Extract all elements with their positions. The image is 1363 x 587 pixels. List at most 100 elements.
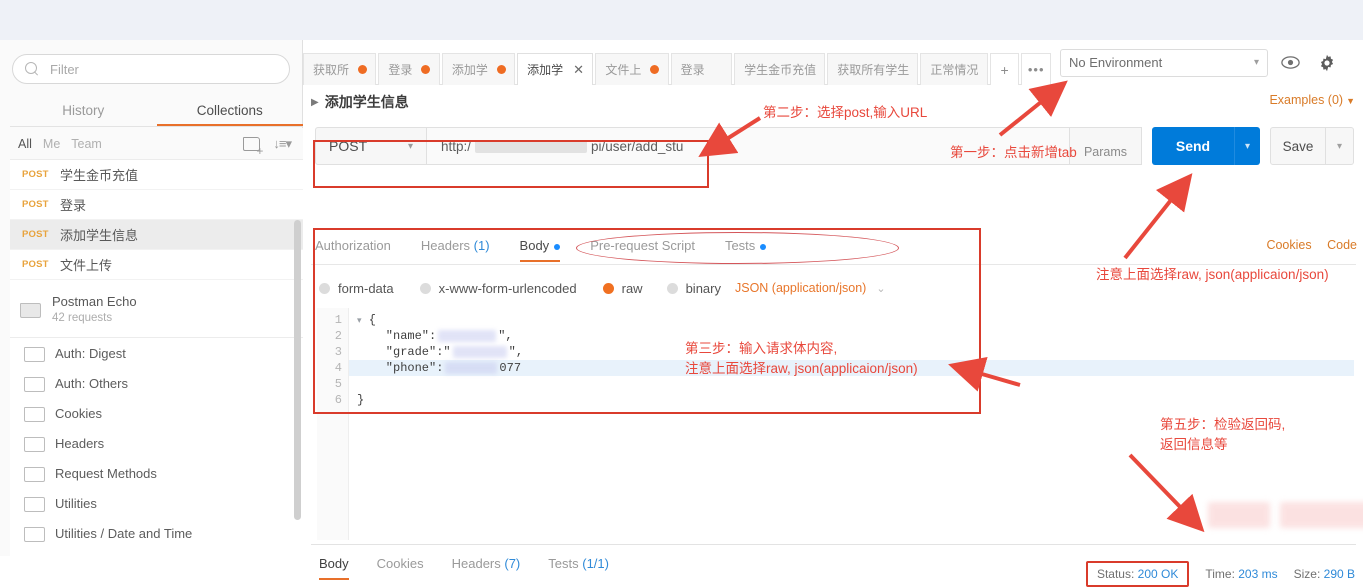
window-top-strip xyxy=(0,0,1363,40)
body-modified-dot-icon xyxy=(554,243,561,250)
environment-select[interactable]: No Environment ▾ xyxy=(1060,48,1268,77)
search-input[interactable] xyxy=(48,60,248,78)
folder-label: Auth: Digest xyxy=(55,345,126,361)
tab-authorization[interactable]: Authorization xyxy=(315,238,391,260)
list-item-selected[interactable]: POST 添加学生信息 xyxy=(10,220,303,250)
content-type-select[interactable]: JSON (application/json) ⌄ xyxy=(735,281,886,295)
request-tab[interactable]: 正常情况 xyxy=(920,53,988,85)
request-tab[interactable]: 获取所有学生 xyxy=(827,53,919,85)
code-text-tail: ", xyxy=(498,329,513,343)
folder-label: Utilities / Date and Time xyxy=(55,525,193,541)
tab-response-tests[interactable]: Tests (1/1) xyxy=(548,556,609,578)
request-tab[interactable]: 学生金币充值 xyxy=(734,53,826,85)
request-tab-label: 获取所 xyxy=(313,63,350,77)
tab-headers[interactable]: Headers (1) xyxy=(421,238,490,260)
collection-request-list: POST 学生金币充值 POST 登录 POST 添加学生信息 POST 文件上… xyxy=(10,160,303,556)
folder-utilities-date-and-time[interactable]: Utilities / Date and Time xyxy=(10,518,303,548)
folder-headers[interactable]: Headers xyxy=(10,428,303,458)
body-type-row: form-data x-www-form-urlencoded raw bina… xyxy=(319,276,886,300)
time-value: 203 ms xyxy=(1238,567,1278,581)
more-tabs-button[interactable]: ••• xyxy=(1021,53,1052,85)
tab-pre-request-script[interactable]: Pre-request Script xyxy=(590,238,695,260)
request-tab[interactable]: 添加学 xyxy=(441,53,516,85)
chevron-right-icon[interactable]: ▶ xyxy=(311,97,319,108)
folder-auth-digest[interactable]: Auth: Digest xyxy=(10,338,303,368)
add-tab-button[interactable]: + xyxy=(989,53,1020,85)
size-value: 290 B xyxy=(1323,567,1355,581)
tab-collections[interactable]: Collections xyxy=(156,95,303,126)
send-options-button[interactable]: ▾ xyxy=(1234,127,1260,165)
save-button[interactable]: Save xyxy=(1270,127,1326,165)
body-type-x-www-form-urlencoded[interactable]: x-www-form-urlencoded xyxy=(419,281,577,296)
folder-label: Cookies xyxy=(55,405,102,421)
request-method-badge: POST xyxy=(22,199,49,210)
sidebar-scrollbar[interactable] xyxy=(294,220,301,520)
scope-me[interactable]: Me xyxy=(43,137,60,151)
request-tab[interactable]: 文件上 xyxy=(595,53,669,85)
request-tab-label: 文件上 xyxy=(605,63,642,77)
body-type-raw[interactable]: raw xyxy=(602,281,643,296)
new-folder-icon[interactable] xyxy=(243,136,263,156)
tab-response-headers[interactable]: Headers (7) xyxy=(452,556,521,578)
cookies-link[interactable]: Cookies xyxy=(1266,238,1311,252)
line-number: 6 xyxy=(334,393,342,407)
filter-box[interactable] xyxy=(12,54,290,84)
tab-body[interactable]: Body xyxy=(519,238,561,262)
code-text: { xyxy=(368,313,376,327)
environment-bar: No Environment ▾ xyxy=(1060,40,1363,85)
code-link[interactable]: Code xyxy=(1327,238,1357,252)
unsaved-dot-icon xyxy=(358,65,368,74)
time-meta: Time: 203 ms xyxy=(1205,567,1277,581)
request-name: 登录 xyxy=(60,198,87,213)
filter-search[interactable] xyxy=(12,54,290,84)
code-line-active: "phone": 077 xyxy=(349,360,1354,376)
sort-icon[interactable]: ↓≡▾ xyxy=(273,136,292,152)
http-method-label: POST xyxy=(329,138,368,154)
fold-caret-icon[interactable]: ▾ xyxy=(357,316,362,326)
code-line: "name": ", xyxy=(349,328,1354,344)
tab-tests[interactable]: Tests xyxy=(725,238,767,260)
folder-request-methods[interactable]: Request Methods xyxy=(10,458,303,488)
folder-icon xyxy=(24,345,45,362)
collection-postman-echo[interactable]: Postman Echo 42 requests xyxy=(10,280,303,338)
code-text: "name": xyxy=(357,329,437,343)
list-item[interactable]: POST 登录 xyxy=(10,190,303,220)
gear-icon[interactable] xyxy=(1312,49,1342,77)
params-button[interactable]: Params xyxy=(1070,127,1142,165)
folder-auth-others[interactable]: Auth: Others xyxy=(10,368,303,398)
response-meta: Status: 200 OK Time: 203 ms Size: 290 B xyxy=(1070,561,1355,587)
code-line: ▾ { xyxy=(349,312,1354,328)
collection-request-count: 42 requests xyxy=(52,311,113,324)
request-tabbar: 获取所 登录 添加学 添加学 ✕ 文件上 登录 学生金币充值 获取所有学生 正常… xyxy=(303,40,1053,85)
redacted-value xyxy=(438,329,497,342)
request-tab[interactable]: 登录 xyxy=(378,53,440,85)
list-item[interactable]: POST 学生金币充值 xyxy=(10,160,303,190)
request-tab-active[interactable]: 添加学 ✕ xyxy=(517,53,594,85)
scope-all[interactable]: All xyxy=(18,137,32,151)
request-tab-label: 正常情况 xyxy=(930,63,979,77)
body-type-form-data[interactable]: form-data xyxy=(319,281,394,296)
http-method-select[interactable]: POST ▾ xyxy=(315,127,427,165)
code-text-tail: 077 xyxy=(499,361,522,375)
save-options-button[interactable]: ▾ xyxy=(1326,127,1354,165)
body-type-binary[interactable]: binary xyxy=(666,281,721,296)
examples-dropdown[interactable]: Examples (0) ▼ xyxy=(1269,93,1355,107)
cookies-code-links: Cookies Code xyxy=(1254,238,1357,252)
request-tab[interactable]: 登录 xyxy=(670,53,733,85)
eye-icon[interactable] xyxy=(1275,49,1305,77)
folder-utilities[interactable]: Utilities xyxy=(10,488,303,518)
folder-cookies[interactable]: Cookies xyxy=(10,398,303,428)
tab-history[interactable]: History xyxy=(10,95,157,126)
url-input[interactable]: http:/ pi/user/add_stu xyxy=(427,127,1070,165)
request-tab[interactable]: 获取所 xyxy=(303,53,377,85)
list-item[interactable]: POST 文件上传 xyxy=(10,250,303,280)
editor-code-area[interactable]: ▾ { "name": ", "grade":" ", "phone": 077 } xyxy=(349,308,1354,540)
tab-response-cookies[interactable]: Cookies xyxy=(377,556,424,578)
folder-icon xyxy=(24,375,45,392)
scope-team[interactable]: Team xyxy=(71,137,102,151)
send-button[interactable]: Send xyxy=(1152,127,1234,165)
request-body-editor[interactable]: 1 2 3 4 5 6 ▾ { "name": ", "grade":" ", "p… xyxy=(317,308,1354,540)
line-number: 3 xyxy=(334,345,342,359)
close-icon[interactable]: ✕ xyxy=(573,63,584,76)
tab-response-body[interactable]: Body xyxy=(319,556,349,580)
